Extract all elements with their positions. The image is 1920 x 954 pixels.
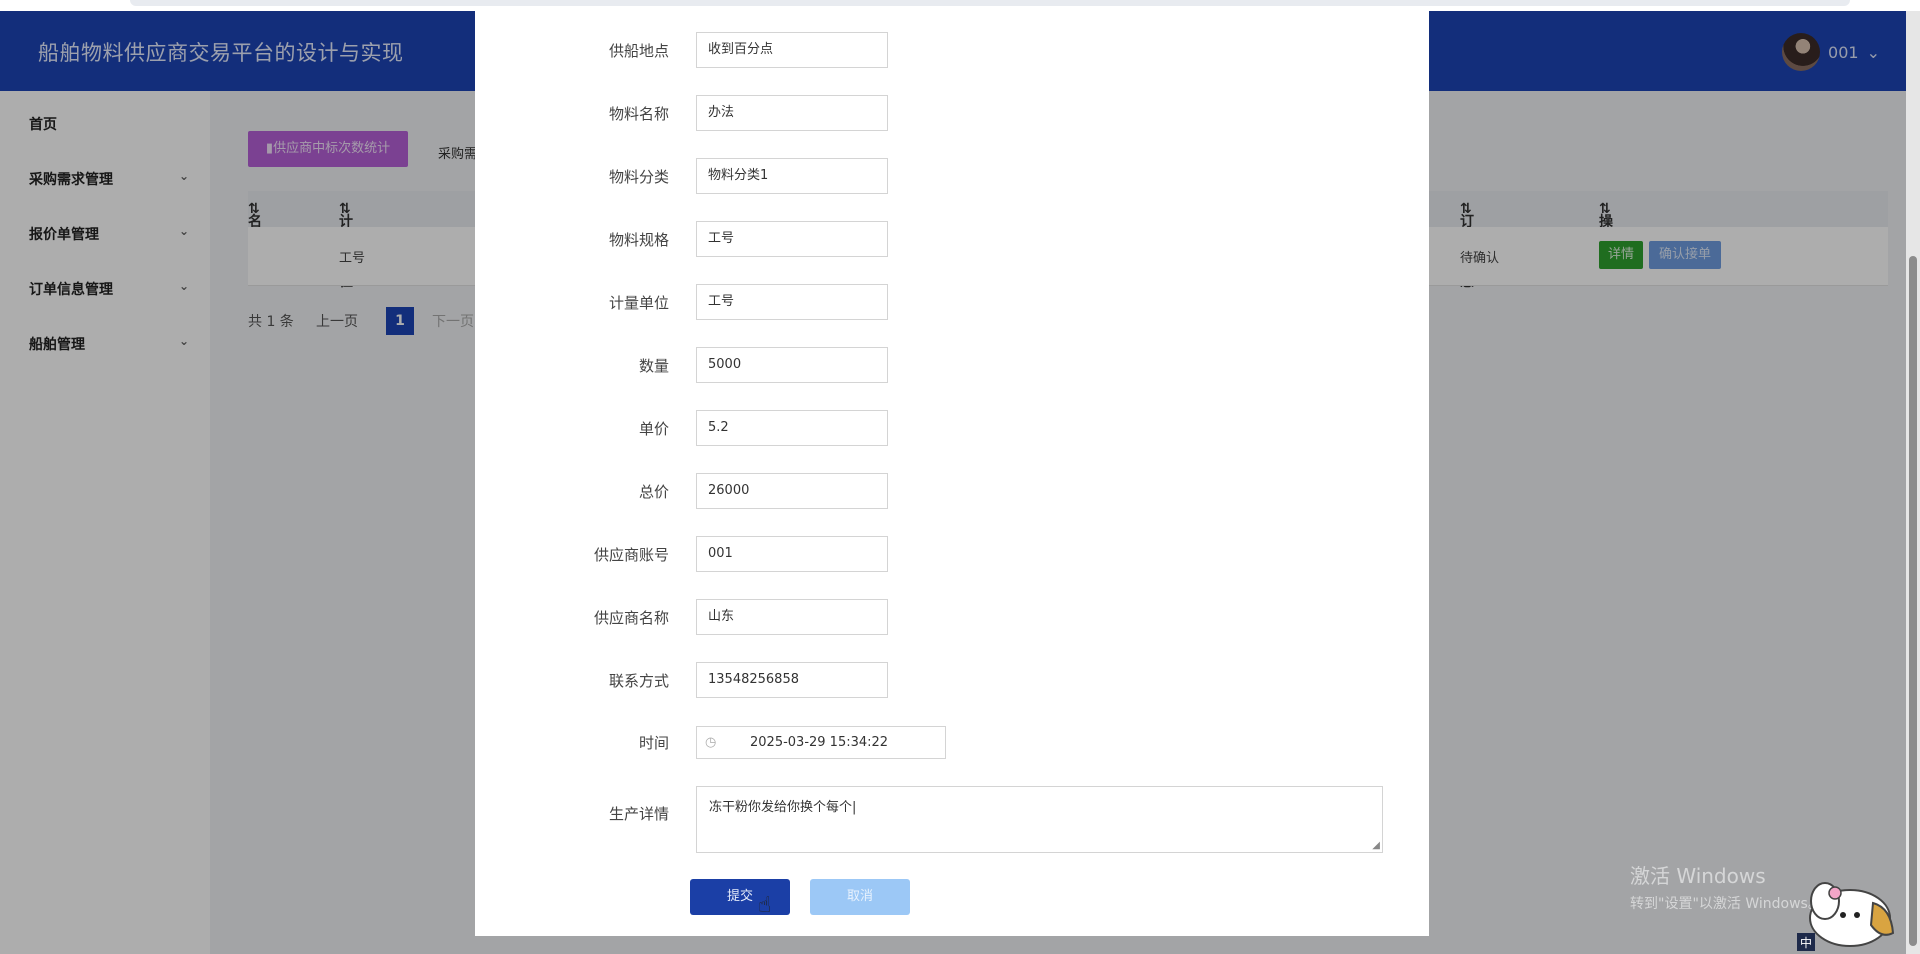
field-label: 联系方式: [608, 672, 669, 690]
unit-price-input[interactable]: 5.2: [696, 410, 888, 446]
hand-cursor-icon: ☝: [758, 893, 772, 918]
form-row-quantity: 数量 5000: [475, 347, 1429, 383]
field-label: 计量单位: [608, 294, 669, 312]
watermark-line2: 转到"设置"以激活 Windows。: [1630, 896, 1822, 912]
watermark-line1: 激活 Windows: [1630, 864, 1766, 888]
supply-location-input[interactable]: 收到百分点: [696, 32, 888, 68]
svg-text:中: 中: [1800, 935, 1812, 950]
form-row-supplier-account: 供应商账号 001: [475, 536, 1429, 572]
mascot-sticker-icon: 中: [1797, 882, 1895, 951]
supplier-name-input[interactable]: 山东: [696, 599, 888, 635]
resize-handle-icon[interactable]: ◢: [1372, 840, 1380, 851]
field-label: 供应商名称: [593, 609, 669, 627]
unit-input[interactable]: 工号: [696, 284, 888, 320]
field-label: 物料分类: [608, 168, 669, 186]
form-row-total-price: 总价 26000: [475, 473, 1429, 509]
form-row-time: 时间 ◷ 2025-03-29 15:34:22: [475, 726, 1429, 762]
material-name-input[interactable]: 办法: [696, 95, 888, 131]
top-shadow-bar: [130, 0, 1850, 6]
quantity-input[interactable]: 5000: [696, 347, 888, 383]
form-row-material-spec: 物料规格 工号: [475, 221, 1429, 257]
supplier-account-input[interactable]: 001: [696, 536, 888, 572]
material-category-input[interactable]: 物料分类1: [696, 158, 888, 194]
production-detail-textarea[interactable]: 冻干粉你发给你换个每个| ◢: [696, 786, 1383, 853]
field-label: 物料名称: [608, 105, 669, 123]
material-spec-input[interactable]: 工号: [696, 221, 888, 257]
form-row-production-detail: 生产详情 冻干粉你发给你换个每个| ◢: [475, 786, 1429, 853]
total-price-input[interactable]: 26000: [696, 473, 888, 509]
scrollbar-thumb[interactable]: [1909, 256, 1917, 946]
field-label: 供应商账号: [593, 546, 669, 564]
form-row-contact: 联系方式 13548256858: [475, 662, 1429, 698]
submit-button[interactable]: 提交: [690, 879, 790, 915]
field-label: 单价: [638, 420, 669, 438]
form-row-material-name: 物料名称 办法: [475, 95, 1429, 131]
field-label: 生产详情: [608, 805, 669, 823]
clock-icon: ◷: [705, 735, 717, 750]
page-scrollbar[interactable]: [1906, 11, 1920, 954]
form-row-supplier-name: 供应商名称 山东: [475, 599, 1429, 635]
datetime-picker[interactable]: ◷ 2025-03-29 15:34:22: [696, 726, 946, 759]
form-row-supply-location: 供船地点 收到百分点: [475, 32, 1429, 68]
field-label: 时间: [638, 734, 669, 752]
field-label: 物料规格: [608, 231, 669, 249]
field-label: 总价: [638, 483, 669, 501]
form-row-unit: 计量单位 工号: [475, 284, 1429, 320]
textarea-value: 冻干粉你发给你换个每个|: [709, 800, 857, 815]
field-label: 数量: [638, 357, 669, 375]
browser-top-strip: [0, 0, 1920, 11]
datetime-value: 2025-03-29 15:34:22: [750, 735, 889, 750]
contact-input[interactable]: 13548256858: [696, 662, 888, 698]
form-row-material-category: 物料分类 物料分类1: [475, 158, 1429, 194]
field-label: 供船地点: [608, 42, 669, 60]
cancel-button[interactable]: 取消: [810, 879, 910, 915]
windows-activation-watermark: 激活 Windows 转到"设置"以激活 Windows。: [1630, 860, 1822, 913]
form-row-unit-price: 单价 5.2: [475, 410, 1429, 446]
edit-modal: 供船地点 收到百分点 物料名称 办法 物料分类 物料分类1 物料规格 工号 计量…: [475, 11, 1429, 936]
